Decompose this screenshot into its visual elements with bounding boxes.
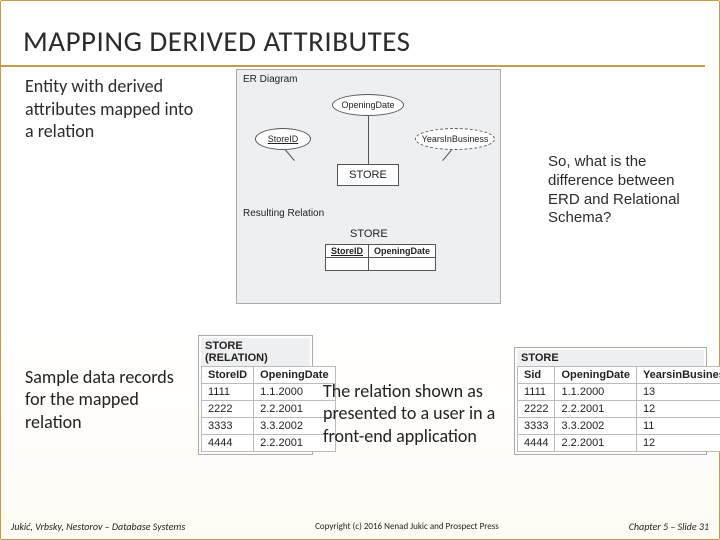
relation-name: STORE [350,228,388,240]
footer-copyright: Copyright (c) 2016 Nenad Jukic and Prosp… [315,521,499,532]
slide-title: MAPPING DERIVED ATTRIBUTES [1,1,705,67]
er-diagram-label: ER Diagram [243,74,297,85]
er-diagram-figure: ER Diagram StoreID OpeningDate YearsInBu… [236,69,501,304]
store-view-title: STORE [517,350,704,366]
store-relation-table-wrap: STORE (RELATION) StoreID OpeningDate 111… [198,335,313,455]
store-view-table: Sid OpeningDate YearsinBusiness 11111.1.… [517,366,720,452]
attr-storeid-oval: StoreID [255,128,311,150]
entity-store-rect: STORE [337,164,399,186]
attr-yearsinbusiness-oval: YearsInBusiness [415,128,495,150]
attr-openingdate-oval: OpeningDate [332,94,404,116]
desc-question-erd-vs-relational: So, what is the difference between ERD a… [548,153,703,228]
store-view-table-wrap: STORE Sid OpeningDate YearsinBusiness 11… [514,347,707,455]
footer-slide-number: Chapter 5 – Slide 31 [629,520,709,533]
slide-content: Entity with derived attributes mapped in… [1,67,719,497]
footer-authors: Jukić, Vrbsky, Nestorov – Database Syste… [11,520,185,533]
desc-sample-records: Sample data records for the mapped relat… [25,366,195,434]
desc-entity-mapped: Entity with derived attributes mapped in… [25,75,205,143]
relation-schema-table: StoreID OpeningDate [325,244,436,271]
slide-footer: Jukić, Vrbsky, Nestorov – Database Syste… [1,517,719,535]
store-relation-title: STORE (RELATION) [201,338,310,366]
desc-frontend-view: The relation shown as presented to a use… [323,380,513,448]
resulting-relation-label: Resulting Relation [243,208,324,219]
store-relation-table: StoreID OpeningDate 11111.1.2000 22222.2… [201,366,336,452]
